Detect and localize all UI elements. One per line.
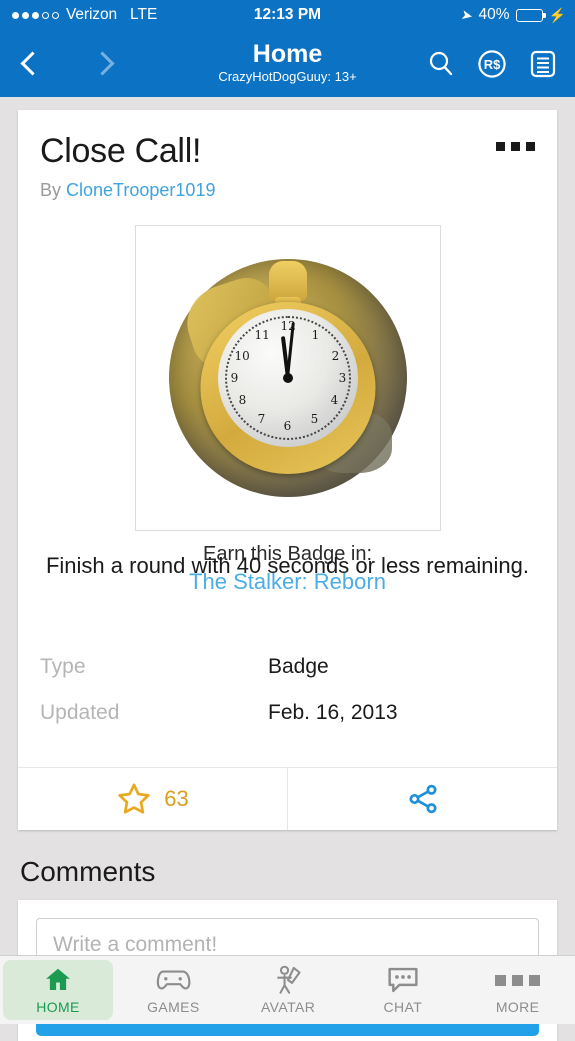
share-button[interactable] <box>287 768 557 830</box>
more-options-icon <box>511 142 520 151</box>
badge-byline: By CloneTrooper1019 <box>40 180 535 201</box>
chat-icon <box>388 967 418 993</box>
comments-heading: Comments <box>20 856 156 887</box>
tab-chat[interactable]: CHAT <box>346 956 461 1024</box>
detail-row-updated: Updated Feb. 16, 2013 <box>40 701 535 747</box>
badge-details: Type Badge Updated Feb. 16, 2013 <box>18 655 557 767</box>
nav-actions: R$ <box>423 46 561 82</box>
detail-value: Badge <box>268 655 329 678</box>
tab-games[interactable]: GAMES <box>116 956 231 1024</box>
search-button[interactable] <box>423 46 459 82</box>
badge-header: Close Call! By CloneTrooper1019 <box>18 110 557 201</box>
charging-bolt-icon: ⚡ <box>548 6 566 23</box>
home-icon <box>46 968 70 990</box>
bottom-tab-bar: HOME GAMES AVATAR CHAT MORE <box>0 955 575 1024</box>
gold-pocket-watch-badge-image: 12 1 2 3 4 5 6 7 8 9 10 11 <box>168 259 407 497</box>
list-menu-icon <box>530 50 556 77</box>
robux-button[interactable]: R$ <box>474 46 510 82</box>
by-prefix-label: By <box>40 180 62 200</box>
badge-image-container: 12 1 2 3 4 5 6 7 8 9 10 11 <box>18 225 557 531</box>
favorite-button[interactable]: 63 <box>18 768 287 830</box>
author-link[interactable]: CloneTrooper1019 <box>66 180 215 200</box>
navigation-bar: Home CrazyHotDogGuuy: 13+ R$ <box>0 30 575 97</box>
tab-more[interactable]: MORE <box>460 956 575 1024</box>
status-bar-left: Verizon LTE <box>0 6 157 24</box>
star-icon <box>118 783 150 814</box>
tab-label: GAMES <box>147 999 200 1015</box>
badge-image-frame: 12 1 2 3 4 5 6 7 8 9 10 11 <box>134 225 441 531</box>
badge-overflow-button[interactable] <box>496 142 535 151</box>
scroll-content[interactable]: Close Call! By CloneTrooper1019 12 1 2 3… <box>0 97 575 1041</box>
share-icon <box>408 784 437 814</box>
detail-label: Updated <box>40 701 120 724</box>
battery-percent-label: 40% <box>478 6 510 23</box>
avatar-icon <box>277 965 301 994</box>
battery-icon <box>515 8 546 22</box>
tab-avatar[interactable]: AVATAR <box>231 956 346 1024</box>
detail-label: Type <box>40 655 86 678</box>
menu-button[interactable] <box>525 46 561 82</box>
carrier-label: Verizon <box>66 6 117 23</box>
robux-icon: R$ <box>478 49 506 78</box>
badge-description-area: Earn this Badge in: The Stalker: Reborn … <box>18 537 557 655</box>
chevron-right-icon <box>89 51 115 76</box>
more-options-icon <box>496 142 505 151</box>
forward-button[interactable] <box>84 46 120 82</box>
status-bar: Verizon LTE 12:13 PM ➤ 40% ⚡ <box>0 0 575 30</box>
badge-description-text: Finish a round with 40 seconds or less r… <box>45 553 530 578</box>
nav-arrows <box>14 46 120 82</box>
search-icon <box>429 51 453 75</box>
status-bar-right: ➤ 40% ⚡ <box>459 5 575 24</box>
tab-label: HOME <box>36 999 80 1015</box>
tab-label: CHAT <box>383 999 423 1015</box>
svg-text:R$: R$ <box>484 57 501 72</box>
chevron-left-icon <box>19 51 45 76</box>
tab-home[interactable]: HOME <box>3 960 113 1020</box>
back-button[interactable] <box>14 46 50 82</box>
gamepad-icon <box>157 970 191 990</box>
tab-label: AVATAR <box>260 999 316 1015</box>
badge-card: Close Call! By CloneTrooper1019 12 1 2 3… <box>18 110 557 830</box>
tab-label: MORE <box>495 999 540 1015</box>
badge-action-bar: 63 <box>18 767 557 830</box>
more-options-icon <box>526 142 535 151</box>
signal-strength-icon <box>12 11 59 19</box>
detail-value: Feb. 16, 2013 <box>268 701 398 724</box>
detail-row-type: Type Badge <box>40 655 535 701</box>
location-arrow-icon: ➤ <box>459 5 475 24</box>
more-dots-icon <box>495 965 541 995</box>
favorite-count: 63 <box>164 786 189 811</box>
badge-title: Close Call! <box>40 132 202 170</box>
network-type-label: LTE <box>130 6 158 23</box>
